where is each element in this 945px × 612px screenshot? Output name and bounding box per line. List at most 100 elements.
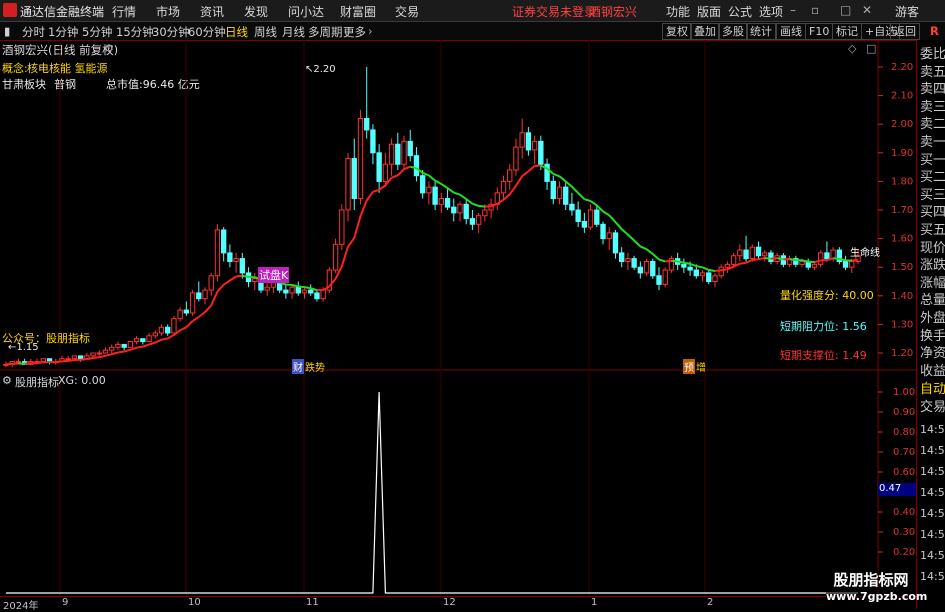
button-back[interactable]: 返回: [890, 23, 920, 40]
tab-period-daily[interactable]: 日线: [225, 24, 248, 40]
side-panel-label[interactable]: 卖一: [920, 131, 945, 150]
side-panel-label[interactable]: 收益: [920, 360, 945, 379]
menu-item-market[interactable]: 行情: [112, 3, 136, 20]
side-panel-label[interactable]: 换手: [920, 325, 945, 344]
menu-bar: 通达信金融终端 行情 市场 资讯 发现 问小达 财富圈 交易 证券交易未登录 酒…: [0, 0, 945, 22]
side-panel-label[interactable]: 净资: [920, 342, 945, 361]
tab-period-more[interactable]: 更多: [343, 24, 366, 40]
candle-body: [413, 155, 420, 177]
minimize-icon[interactable]: –: [790, 3, 796, 17]
side-panel-label[interactable]: 卖四: [920, 78, 945, 97]
tab-period-multi[interactable]: 多周期: [308, 24, 343, 40]
candle-body: [177, 309, 183, 320]
candle-body: [737, 249, 743, 257]
tab-period-intraday[interactable]: 分时: [22, 24, 45, 40]
button-stats[interactable]: 统计: [746, 23, 776, 40]
date-axis-label: 1: [591, 597, 598, 608]
side-panel-label[interactable]: 自动: [920, 378, 945, 397]
tab-period-5min[interactable]: 5分钟: [82, 24, 112, 40]
tab-period-1min[interactable]: 1分钟: [48, 24, 78, 40]
side-panel-label[interactable]: 委比: [920, 43, 945, 62]
candle-body: [183, 309, 190, 314]
marker-forecast[interactable]: 预: [683, 359, 695, 374]
candle-body: [743, 249, 749, 260]
candle-body: [214, 229, 221, 277]
trade-time: 14:56: [920, 570, 945, 583]
candle-body: [681, 263, 687, 268]
side-panel-label[interactable]: 卖五: [920, 61, 945, 80]
candle-body: [693, 269, 699, 277]
side-panel-label[interactable]: 卖三: [920, 96, 945, 115]
candle-body: [637, 266, 644, 274]
button-mark[interactable]: 标记: [832, 23, 862, 40]
side-panel-label[interactable]: 涨幅: [920, 272, 945, 291]
indicator-gear-icon[interactable]: ⚙: [2, 374, 12, 387]
guest-label[interactable]: 游客: [895, 3, 919, 20]
menu-item-function[interactable]: 功能: [666, 3, 690, 20]
side-panel-label[interactable]: 涨跌: [920, 254, 945, 273]
candle-body: [140, 338, 146, 343]
button-f10[interactable]: F10: [805, 23, 834, 40]
side-panel-label[interactable]: 现价: [920, 237, 945, 256]
candle-body: [643, 260, 650, 274]
candle-body: [308, 289, 314, 294]
candle-body: [706, 272, 712, 282]
tab-period-monthly[interactable]: 月线: [282, 24, 305, 40]
tab-period-15min[interactable]: 15分钟: [116, 24, 154, 40]
more-chevron-icon[interactable]: ›: [368, 24, 373, 38]
life-line-label: 生命线: [850, 248, 880, 259]
menu-item-formula[interactable]: 公式: [728, 3, 752, 20]
side-panel-label[interactable]: 买五: [920, 219, 945, 238]
menu-item-discover[interactable]: 发现: [244, 3, 268, 20]
candle-body: [457, 203, 463, 214]
menu-item-marketplace[interactable]: 市场: [156, 3, 180, 20]
side-panel-label[interactable]: 买三: [920, 184, 945, 203]
indicator-tick-label: 0.70: [893, 447, 915, 458]
site-watermark: 股朋指标网 www.7gpzb.com: [826, 568, 927, 608]
r-icon[interactable]: R: [930, 24, 939, 38]
tab-period-60min[interactable]: 60分钟: [188, 24, 226, 40]
candle-body: [364, 117, 370, 131]
side-panel-label[interactable]: 外盘: [920, 307, 945, 326]
menu-item-layout[interactable]: 版面: [697, 3, 721, 20]
indicator-axis: 1.000.900.800.700.600.500.400.300.20: [878, 387, 915, 558]
button-overlay[interactable]: 叠加: [690, 23, 720, 40]
candle-body: [451, 206, 457, 214]
tab-period-30min[interactable]: 30分钟: [152, 24, 190, 40]
side-panel-label[interactable]: 买四: [920, 201, 945, 220]
candle-body: [264, 286, 270, 291]
kline-chart[interactable]: 2.20 2.10 2.00 1.90 1.80 1.70 1.60 1.50 1.40 1.30…: [0, 40, 916, 596]
side-panel-label[interactable]: 买一: [920, 149, 945, 168]
button-adjust[interactable]: 复权: [662, 23, 692, 40]
candle-body: [388, 143, 395, 165]
side-panel-label[interactable]: 买二: [920, 166, 945, 185]
menu-item-options[interactable]: 选项: [759, 3, 783, 20]
candle-body: [133, 338, 140, 343]
menu-item-wealth[interactable]: 财富圈: [340, 3, 376, 20]
side-panel-label[interactable]: 卖二: [920, 113, 945, 132]
marker-finance[interactable]: 财: [292, 359, 304, 374]
candle-body: [519, 132, 525, 148]
button-draw[interactable]: 画线: [776, 23, 806, 40]
candle-body: [755, 246, 762, 257]
current-stock-name: 酒钢宏兴: [589, 5, 638, 19]
button-multi-stock[interactable]: 多股: [718, 23, 748, 40]
candle-body: [563, 186, 569, 205]
price-tick-label: 1.30: [891, 319, 913, 330]
indicator-name[interactable]: 股朋指标: [15, 374, 59, 390]
restore-icon[interactable]: ▫: [811, 3, 819, 17]
candle-body: [339, 209, 345, 245]
menu-item-news[interactable]: 资讯: [200, 3, 224, 20]
trade-login-notice[interactable]: 证券交易未登录: [512, 3, 596, 20]
menu-item-ask[interactable]: 问小达: [288, 3, 324, 20]
tab-period-weekly[interactable]: 周线: [254, 24, 277, 40]
trade-time: 14:56: [920, 423, 945, 436]
side-panel-label[interactable]: 总量: [920, 289, 945, 308]
toolbar-menu-icon[interactable]: ▮: [4, 24, 10, 38]
maximize-icon[interactable]: □: [840, 3, 851, 17]
side-panel-label[interactable]: 交易: [920, 396, 945, 415]
candle-body: [158, 326, 165, 334]
close-icon[interactable]: ✕: [862, 3, 872, 17]
price-tick-label: 2.20: [891, 62, 913, 73]
menu-item-trade[interactable]: 交易: [395, 3, 419, 20]
